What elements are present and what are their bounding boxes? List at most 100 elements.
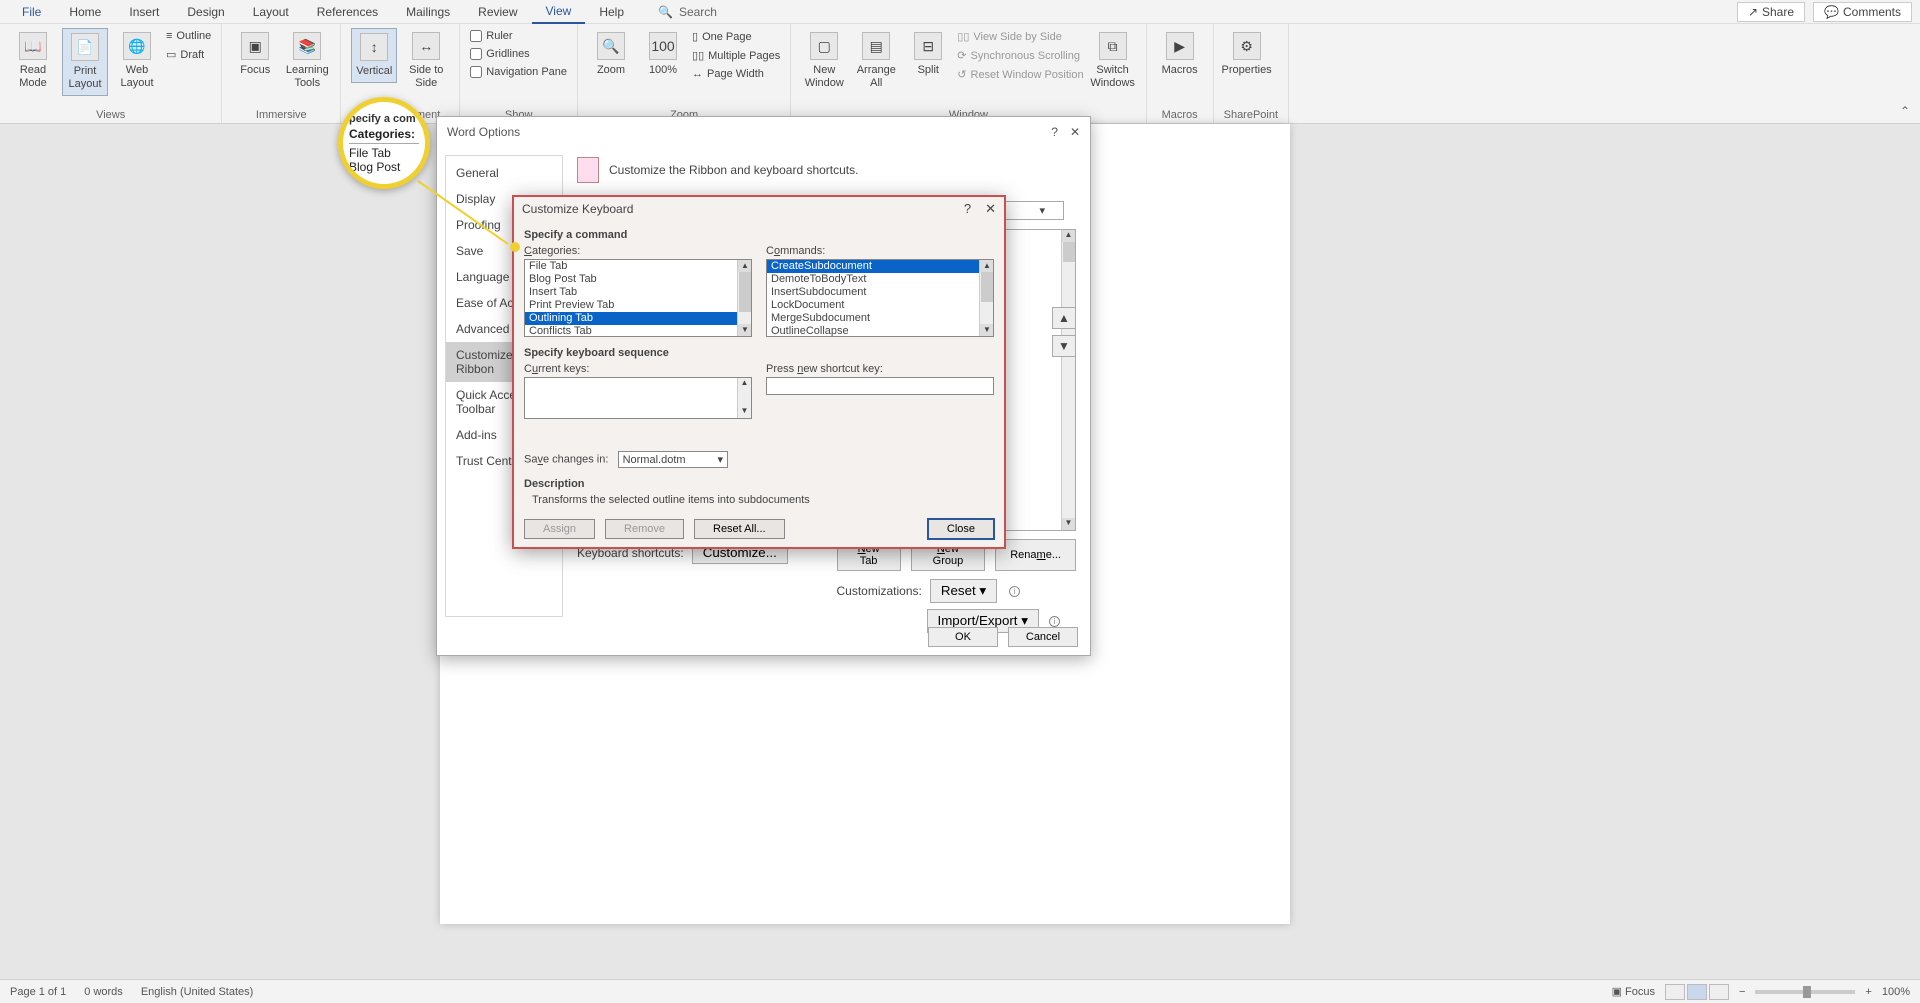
- status-lang[interactable]: English (United States): [141, 986, 254, 998]
- cat-print-preview[interactable]: Print Preview Tab: [525, 299, 751, 312]
- ruler-checkbox[interactable]: Ruler: [470, 28, 567, 44]
- cmd-lock[interactable]: LockDocument: [767, 299, 993, 312]
- cancel-button[interactable]: Cancel: [1008, 627, 1078, 647]
- switch-windows-button[interactable]: ⧉Switch Windows: [1090, 28, 1136, 94]
- multi-page-button[interactable]: ▯▯Multiple Pages: [692, 47, 780, 64]
- scroll-up-icon[interactable]: ▲: [738, 378, 751, 390]
- move-up-button[interactable]: ▲: [1052, 307, 1076, 329]
- arrange-all-button[interactable]: ▤Arrange All: [853, 28, 899, 94]
- web-layout-button[interactable]: 🌐Web Layout: [114, 28, 160, 94]
- zoom-button[interactable]: 🔍Zoom: [588, 28, 634, 81]
- learning-icon: 📚: [293, 32, 321, 60]
- tab-mailings[interactable]: Mailings: [392, 1, 464, 23]
- draft-button[interactable]: ▭Draft: [166, 46, 211, 63]
- word-options-help-icon[interactable]: ?: [1051, 125, 1058, 139]
- tab-references[interactable]: References: [303, 1, 392, 23]
- customize-ribbon-icon: [577, 157, 599, 183]
- cat-outlining[interactable]: Outlining Tab: [525, 312, 751, 325]
- nav-pane-checkbox[interactable]: Navigation Pane: [470, 64, 567, 80]
- scroll-down-icon[interactable]: ▼: [1062, 518, 1075, 530]
- tab-home[interactable]: Home: [55, 1, 115, 23]
- word-options-close-icon[interactable]: ✕: [1070, 125, 1080, 139]
- properties-button[interactable]: ⚙Properties: [1224, 28, 1270, 81]
- close-button[interactable]: Close: [928, 519, 994, 539]
- tab-file[interactable]: File: [8, 1, 55, 23]
- description-text: Transforms the selected outline items in…: [524, 494, 994, 506]
- ck-help-icon[interactable]: ?: [964, 201, 971, 217]
- move-down-button[interactable]: ▼: [1052, 335, 1076, 357]
- categories-list[interactable]: File Tab Blog Post Tab Insert Tab Print …: [524, 259, 752, 337]
- tab-review[interactable]: Review: [464, 1, 531, 23]
- cmd-insert-sub[interactable]: InsertSubdocument: [767, 286, 993, 299]
- vertical-button[interactable]: ↕Vertical: [351, 28, 397, 83]
- side-to-side-button[interactable]: ↔Side to Side: [403, 28, 449, 94]
- cat-insert[interactable]: Insert Tab: [525, 286, 751, 299]
- scroll-up-icon[interactable]: ▲: [738, 260, 752, 272]
- scroll-down-icon[interactable]: ▼: [738, 324, 752, 336]
- tab-layout[interactable]: Layout: [239, 1, 303, 23]
- rename-button[interactable]: Rename...: [995, 539, 1076, 571]
- split-button[interactable]: ⊟Split: [905, 28, 951, 81]
- arrange-icon: ▤: [862, 32, 890, 60]
- read-mode-button[interactable]: 📖Read Mode: [10, 28, 56, 94]
- new-window-button[interactable]: ▢New Window: [801, 28, 847, 94]
- one-page-button[interactable]: ▯One Page: [692, 28, 780, 45]
- zoom-out-icon[interactable]: −: [1739, 986, 1745, 998]
- cmd-create-sub[interactable]: CreateSubdocument: [767, 260, 993, 273]
- tab-help[interactable]: Help: [585, 1, 638, 23]
- current-keys-list[interactable]: ▲ ▼: [524, 377, 752, 419]
- categories-label: Categories:: [524, 245, 752, 257]
- scroll-down-icon[interactable]: ▼: [738, 406, 751, 418]
- print-layout-button[interactable]: 📄Print Layout: [62, 28, 108, 96]
- cat-file[interactable]: File Tab: [525, 260, 751, 273]
- outline-button[interactable]: ≡Outline: [166, 28, 211, 44]
- scroll-down-icon[interactable]: ▼: [980, 324, 994, 336]
- page-width-button[interactable]: ↔Page Width: [692, 66, 780, 82]
- view-print-icon[interactable]: [1687, 984, 1707, 1000]
- view-web-icon[interactable]: [1709, 984, 1729, 1000]
- info-icon[interactable]: i: [1049, 616, 1060, 627]
- comments-button[interactable]: 💬Comments: [1813, 2, 1912, 22]
- cat-conflicts[interactable]: Conflicts Tab: [525, 325, 751, 337]
- search-box[interactable]: 🔍 Search: [638, 5, 717, 19]
- learning-tools-button[interactable]: 📚Learning Tools: [284, 28, 330, 94]
- share-button[interactable]: ↗Share: [1737, 2, 1805, 22]
- info-icon[interactable]: i: [1009, 586, 1020, 597]
- sync-icon: ⟳: [957, 49, 966, 62]
- status-words[interactable]: 0 words: [84, 986, 123, 998]
- cmd-merge[interactable]: MergeSubdocument: [767, 312, 993, 325]
- zoom-in-icon[interactable]: +: [1865, 986, 1871, 998]
- side-icon: ↔: [412, 32, 440, 60]
- new-shortcut-input[interactable]: [766, 377, 994, 395]
- zoom-icon: 🔍: [597, 32, 625, 60]
- collapse-ribbon-icon[interactable]: ⌃: [1900, 104, 1910, 118]
- focus-button[interactable]: ▣Focus: [232, 28, 278, 81]
- cmd-collapse[interactable]: OutlineCollapse: [767, 325, 993, 337]
- reset-button[interactable]: Reset ▾: [930, 579, 997, 603]
- macros-button[interactable]: ▶Macros: [1157, 28, 1203, 81]
- status-page[interactable]: Page 1 of 1: [10, 986, 66, 998]
- ok-button[interactable]: OK: [928, 627, 998, 647]
- cmd-demote[interactable]: DemoteToBodyText: [767, 273, 993, 286]
- focus-icon: ▣: [241, 32, 269, 60]
- hundred-button[interactable]: 100100%: [640, 28, 686, 81]
- scroll-up-icon[interactable]: ▲: [1062, 230, 1075, 242]
- zoom-level[interactable]: 100%: [1882, 986, 1910, 998]
- focus-mode-button[interactable]: ▣ Focus: [1612, 985, 1655, 998]
- save-in-dropdown[interactable]: Normal.dotm▾: [618, 451, 729, 468]
- cat-blog[interactable]: Blog Post Tab: [525, 273, 751, 286]
- view-read-icon[interactable]: [1665, 984, 1685, 1000]
- tab-design[interactable]: Design: [173, 1, 238, 23]
- tab-insert[interactable]: Insert: [115, 1, 173, 23]
- tab-view[interactable]: View: [532, 0, 586, 24]
- gridlines-checkbox[interactable]: Gridlines: [470, 46, 567, 62]
- zoom-slider[interactable]: [1755, 990, 1855, 994]
- commands-list[interactable]: CreateSubdocument DemoteToBodyText Inser…: [766, 259, 994, 337]
- wo-item-general[interactable]: General: [446, 160, 562, 186]
- ck-close-icon[interactable]: ✕: [985, 201, 996, 217]
- scroll-up-icon[interactable]: ▲: [980, 260, 994, 272]
- press-new-label: Press new shortcut key:: [766, 363, 994, 375]
- hundred-icon: 100: [649, 32, 677, 60]
- reset-all-button[interactable]: Reset All...: [694, 519, 785, 539]
- mag-line2: Categories:: [349, 127, 419, 141]
